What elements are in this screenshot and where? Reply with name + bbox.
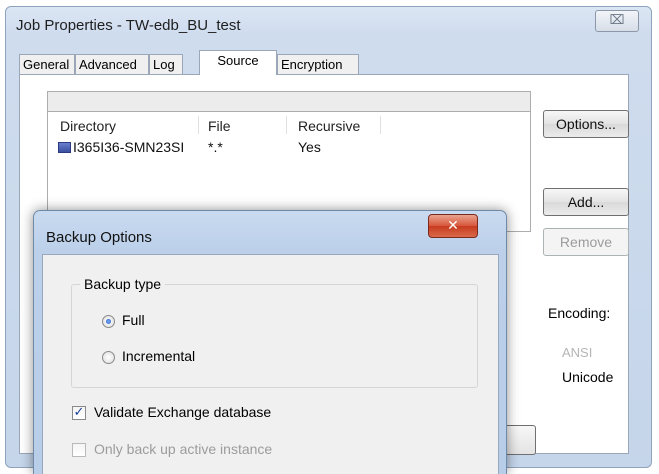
column-header-file[interactable]: File	[208, 118, 231, 134]
incremental-radio-label[interactable]: Incremental	[122, 348, 195, 364]
server-icon	[58, 142, 71, 153]
column-header-recursive[interactable]: Recursive	[298, 118, 360, 134]
add-button[interactable]: Add...	[543, 188, 629, 216]
options-button[interactable]: Options...	[543, 110, 629, 138]
validate-exchange-label[interactable]: Validate Exchange database	[94, 404, 271, 420]
column-header-directory[interactable]: Directory	[60, 118, 116, 134]
backup-type-label: Backup type	[80, 276, 166, 292]
tab-advanced[interactable]: Advanced	[75, 54, 149, 74]
encoding-ansi-option[interactable]: ANSI	[562, 345, 592, 360]
encoding-unicode-option[interactable]: Unicode	[562, 369, 613, 385]
backup-options-dialog: Backup Options ✕ Backup type Full Increm…	[33, 210, 507, 474]
tab-source[interactable]: Source	[199, 50, 277, 75]
column-divider	[380, 116, 381, 134]
tab-encryption[interactable]: Encryption	[277, 54, 359, 74]
incremental-radio[interactable]	[102, 351, 115, 364]
full-radio-label[interactable]: Full	[122, 312, 145, 328]
close-icon: ⌧	[609, 13, 625, 28]
list-item-recursive: Yes	[298, 139, 321, 155]
tab-general[interactable]: General	[19, 54, 75, 74]
active-instance-checkbox[interactable]	[72, 443, 86, 457]
window-title: Job Properties - TW-edb_BU_test	[16, 17, 241, 34]
backup-type-group: Backup type Full Incremental	[71, 276, 478, 388]
list-item-directory[interactable]: I365I36-SMN23SI	[58, 139, 184, 155]
window-close-button[interactable]: ⌧	[595, 10, 639, 32]
validate-exchange-checkbox[interactable]: ✓	[72, 406, 86, 420]
remove-button[interactable]: Remove	[543, 228, 629, 256]
dialog-close-button[interactable]: ✕	[428, 214, 478, 238]
list-item-file: *.*	[208, 139, 223, 155]
close-icon: ✕	[447, 218, 459, 234]
path-bar	[47, 91, 531, 112]
dialog-body: Backup type Full Incremental ✓ Validate …	[42, 254, 499, 474]
tab-log[interactable]: Log	[149, 54, 183, 74]
column-divider	[198, 116, 199, 134]
active-instance-label[interactable]: Only back up active instance	[94, 441, 272, 457]
encoding-label: Encoding:	[548, 305, 611, 321]
column-divider	[286, 116, 287, 134]
dialog-title: Backup Options	[46, 229, 152, 246]
directory-value: I365I36-SMN23SI	[73, 139, 185, 155]
full-radio[interactable]	[102, 315, 115, 328]
